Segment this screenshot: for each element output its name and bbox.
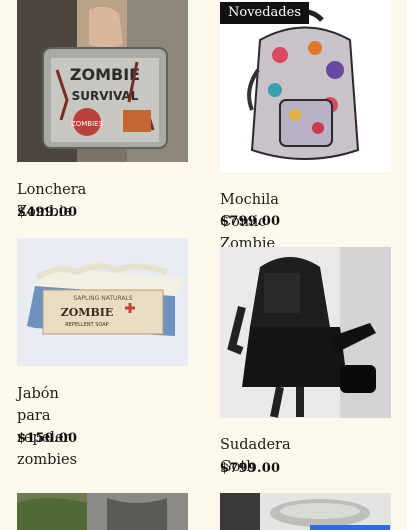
soap-sub-text: REPELLENT SOAP (65, 322, 108, 328)
product-price: $799.00 (220, 214, 281, 229)
product-image-partial-left[interactable] (17, 493, 188, 530)
product-price: $799.00 (220, 461, 281, 476)
soap-photo: SAPLING NATURALS ZOMBIE REPELLENT SOAP (17, 238, 188, 366)
product-image-sudadera-goth[interactable] (220, 247, 391, 418)
backpack-photo (220, 0, 391, 172)
lunchbox-text-zombie: ZOMBIE (70, 65, 140, 84)
product-title[interactable]: Jabón para repeler zombies (17, 383, 77, 471)
new-badge: Novedades (220, 2, 309, 24)
product-image-jabon-zombies[interactable]: SAPLING NATURALS ZOMBIE REPELLENT SOAP (17, 238, 188, 366)
partial-photo-right (220, 493, 391, 530)
soap-brand-text: SAPLING NATURALS (73, 295, 132, 302)
lunchbox-photo: ZOMBIE SURVIVAL ZOMBIES (17, 0, 188, 162)
product-title-line-2: zombies (17, 452, 78, 468)
product-grid: ZOMBIE SURVIVAL ZOMBIES Lonchera Zombie … (0, 0, 407, 530)
partial-photo-left (17, 493, 188, 530)
product-image-partial-right[interactable] (220, 493, 391, 530)
product-image-mochila-comic-zombie[interactable] (220, 0, 391, 172)
goth-outfit-photo (220, 247, 391, 418)
product-image-lonchera-zombie[interactable]: ZOMBIE SURVIVAL ZOMBIES (17, 0, 188, 162)
lunchbox-text-zombies: ZOMBIES (71, 120, 104, 128)
soap-name-text: ZOMBIE (61, 306, 114, 319)
product-price: $150.00 (17, 431, 78, 446)
product-price: $499.00 (17, 205, 78, 220)
